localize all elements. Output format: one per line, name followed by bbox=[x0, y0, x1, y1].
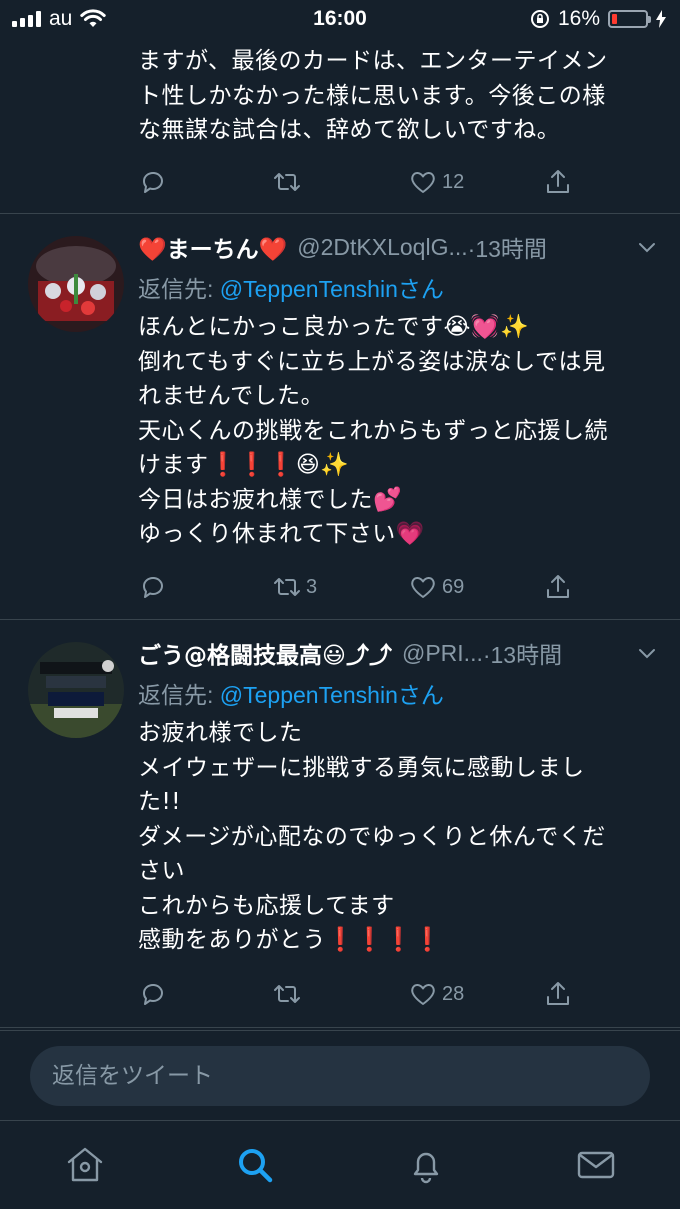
reply-bar bbox=[0, 1030, 680, 1120]
tweet-text: ほんとにかっこ良かったです😭💓✨ 倒れてもすぐに立ち上がる姿は涙なしでは見 れま… bbox=[138, 314, 608, 547]
heart-icon bbox=[411, 577, 435, 598]
avatar[interactable] bbox=[28, 642, 124, 738]
wifi-icon bbox=[80, 9, 107, 27]
chevron-down-icon[interactable] bbox=[638, 238, 656, 256]
share-button[interactable] bbox=[543, 162, 573, 202]
retweet-icon bbox=[274, 173, 300, 191]
tab-bar bbox=[0, 1120, 680, 1209]
user-handle[interactable]: @2DtKXLoqlG... bbox=[297, 234, 467, 261]
reply-icon bbox=[142, 576, 163, 598]
tweet-time: ·13時間 bbox=[467, 236, 547, 262]
reply-button[interactable] bbox=[138, 567, 168, 607]
avatar-image bbox=[28, 642, 124, 738]
tweet-actions: 12 bbox=[0, 162, 680, 202]
carrier-label: au bbox=[49, 7, 73, 30]
share-button[interactable] bbox=[543, 974, 573, 1014]
reply-to-prefix: 返信先: bbox=[138, 276, 220, 302]
tab-notifications[interactable] bbox=[406, 1145, 446, 1185]
share-icon bbox=[547, 170, 569, 193]
charging-bolt-icon bbox=[656, 10, 666, 28]
user-handle[interactable]: @PRI... bbox=[402, 640, 483, 667]
reply-to-prefix: 返信先: bbox=[138, 682, 220, 708]
avatar[interactable] bbox=[28, 236, 124, 332]
tab-search[interactable] bbox=[235, 1145, 275, 1185]
like-count: 69 bbox=[442, 575, 465, 598]
display-name[interactable]: ❤️まーちん❤️ bbox=[138, 230, 287, 264]
status-right: 16% bbox=[530, 7, 666, 31]
chevron-down-icon[interactable] bbox=[638, 644, 656, 662]
tweet-text: ますが、最後のカードは、エンターテイメン ト性しかなかった様に思います。今後この… bbox=[138, 48, 608, 143]
like-count: 12 bbox=[442, 170, 465, 193]
orientation-lock-icon bbox=[530, 10, 549, 28]
retweet-button[interactable] bbox=[272, 162, 306, 202]
status-left: au bbox=[12, 7, 107, 31]
tweet-time: ·13時間 bbox=[482, 642, 563, 668]
battery-level bbox=[612, 14, 618, 24]
avatar-image bbox=[28, 236, 124, 332]
tweet-header: ごう@格闘技最高😃⤴︎⤴︎ @PRI... ·13時間 bbox=[138, 636, 662, 670]
reply-to-mention[interactable]: @TeppenTenshinさん bbox=[220, 682, 444, 708]
battery-percent: 16% bbox=[557, 7, 600, 30]
home-icon bbox=[67, 1147, 103, 1182]
tweet-item[interactable]: ごう@格闘技最高😃⤴︎⤴︎ @PRI... ·13時間 返信先: @Teppen… bbox=[0, 620, 680, 1028]
status-bar: au 16:00 16% bbox=[0, 0, 680, 38]
like-button[interactable]: 12 bbox=[408, 162, 464, 202]
mail-icon bbox=[577, 1151, 615, 1179]
search-icon bbox=[239, 1149, 273, 1183]
tweet-text: お疲れ様でした メイウェザーに挑戦する勇気に感動しまし た!! ダメージが心配な… bbox=[138, 720, 606, 953]
heart-icon bbox=[411, 984, 435, 1005]
bell-icon bbox=[413, 1152, 439, 1184]
reply-icon bbox=[142, 171, 163, 193]
retweet-button[interactable]: 3 bbox=[272, 567, 317, 607]
retweet-count: 3 bbox=[306, 575, 318, 598]
battery-icon bbox=[608, 10, 651, 28]
reply-to: 返信先: @TeppenTenshinさん bbox=[138, 676, 444, 710]
like-button[interactable]: 69 bbox=[408, 567, 464, 607]
retweet-icon bbox=[274, 985, 300, 1003]
like-button[interactable]: 28 bbox=[408, 974, 464, 1014]
reply-icon bbox=[142, 983, 163, 1005]
tweet-header: ❤️まーちん❤️ @2DtKXLoqlG... ·13時間 bbox=[138, 230, 662, 264]
tweet-actions: 3 69 bbox=[0, 567, 680, 607]
share-icon bbox=[547, 575, 569, 598]
tweet-item[interactable]: ❤️まーちん❤️ @2DtKXLoqlG... ·13時間 返信先: @Tepp… bbox=[0, 214, 680, 620]
reply-button[interactable] bbox=[138, 162, 168, 202]
tab-messages[interactable] bbox=[576, 1145, 616, 1185]
tweet-actions: 28 bbox=[0, 974, 680, 1014]
reply-input[interactable] bbox=[30, 1046, 650, 1106]
reply-to: 返信先: @TeppenTenshinさん bbox=[138, 270, 444, 304]
share-icon bbox=[547, 982, 569, 1005]
display-name[interactable]: ごう@格闘技最高😃⤴︎⤴︎ bbox=[138, 636, 392, 670]
retweet-button[interactable] bbox=[272, 974, 306, 1014]
signal-strength-icon bbox=[12, 11, 41, 27]
reply-to-mention[interactable]: @TeppenTenshinさん bbox=[220, 276, 444, 302]
like-count: 28 bbox=[442, 982, 465, 1005]
share-button[interactable] bbox=[543, 567, 573, 607]
reply-button[interactable] bbox=[138, 974, 168, 1014]
heart-icon bbox=[411, 172, 435, 193]
tab-home[interactable] bbox=[65, 1145, 105, 1185]
retweet-icon bbox=[274, 578, 300, 596]
